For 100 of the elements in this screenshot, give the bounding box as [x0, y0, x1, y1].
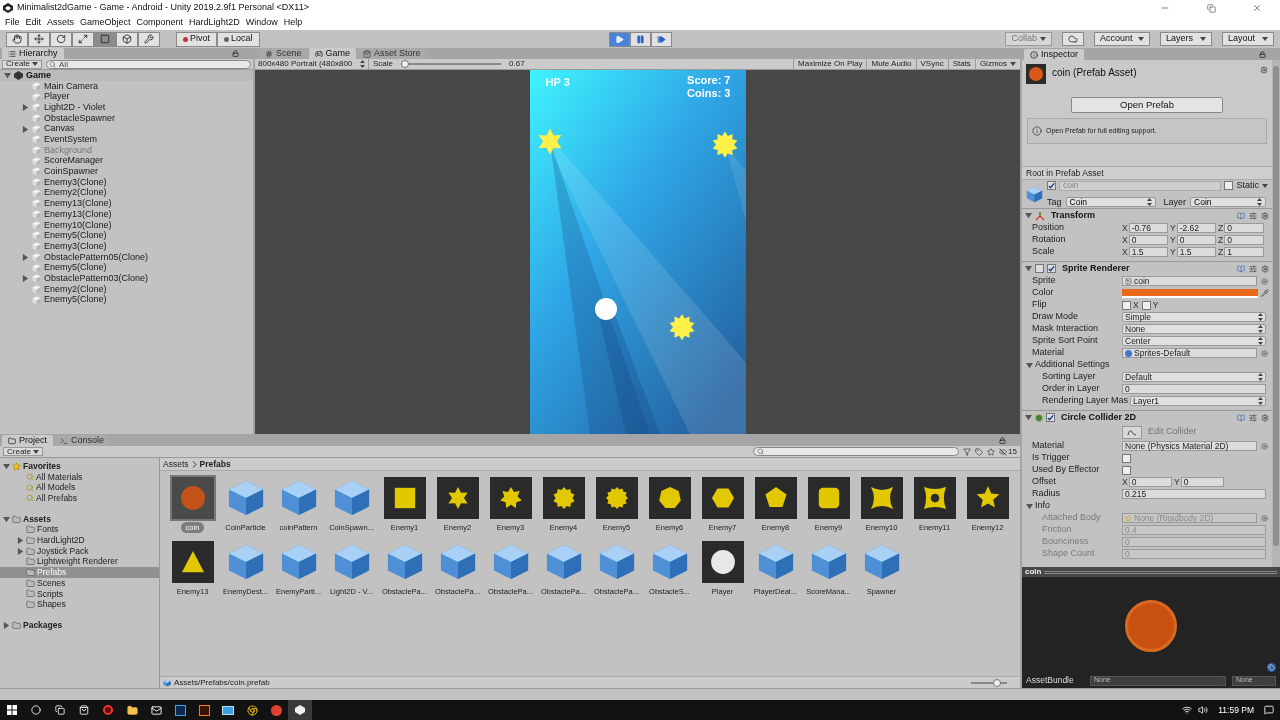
slider-thumb[interactable]	[401, 60, 409, 68]
menu-item[interactable]: Window	[242, 16, 281, 30]
search-field[interactable]	[753, 447, 960, 456]
cloud-button[interactable]	[1062, 32, 1084, 46]
tool-button[interactable]	[72, 31, 94, 47]
number-field[interactable]: 0	[1224, 223, 1264, 233]
hierarchy-row[interactable]: Enemy13(Clone)	[0, 198, 253, 210]
hierarchy-row[interactable]: Enemy3(Clone)	[0, 177, 253, 188]
settings-icon[interactable]	[1261, 211, 1269, 220]
create-button[interactable]: Create	[3, 447, 43, 456]
tool-button[interactable]	[28, 31, 50, 47]
notifications-icon[interactable]	[1264, 705, 1274, 715]
open-prefab-button[interactable]: Open Prefab	[1071, 97, 1223, 113]
pivot-button[interactable]: Pivot	[176, 31, 217, 47]
hierarchy-row[interactable]: Player	[0, 91, 253, 103]
tool-button[interactable]	[50, 31, 72, 47]
tag-icon[interactable]	[975, 447, 984, 456]
object-picker-icon[interactable]	[1261, 277, 1268, 285]
hierarchy-row[interactable]: Enemy2(Clone)	[0, 284, 253, 295]
play-button[interactable]	[608, 31, 630, 47]
object-field[interactable]: coin	[1122, 276, 1257, 286]
expand-arrow-icon[interactable]	[3, 462, 10, 470]
expand-arrow-icon[interactable]	[22, 104, 29, 112]
layout-button[interactable]: Layout	[1222, 32, 1274, 46]
hierarchy-row[interactable]: ObstaclePattern03(Clone)	[0, 273, 253, 285]
breadcrumb-item[interactable]: Assets	[163, 457, 189, 471]
menu-item[interactable]: GameObject	[77, 16, 134, 30]
hierarchy-row[interactable]: Light2D - Violet	[0, 102, 253, 114]
gizmos-dropdown[interactable]: Gizmos	[974, 59, 1020, 69]
hierarchy-row[interactable]: Enemy5(Clone)	[0, 230, 253, 242]
scale-slider[interactable]	[399, 60, 503, 68]
dropdown[interactable]: None	[1122, 324, 1266, 334]
tree-row[interactable]: All Models	[0, 482, 159, 494]
presets-icon[interactable]	[1249, 264, 1257, 273]
hierarchy-row[interactable]: Enemy2(Clone)	[0, 187, 253, 199]
tree-row[interactable]: HardLight2D	[0, 535, 159, 546]
edit-collider-button[interactable]	[1122, 425, 1142, 439]
volume-icon[interactable]	[1198, 705, 1209, 715]
panel-tab[interactable]: Scene	[259, 48, 308, 59]
toggle-button[interactable]: Stats	[947, 59, 975, 69]
number-field[interactable]: -0.76	[1128, 223, 1168, 233]
number-field[interactable]: 1.5	[1176, 247, 1216, 257]
dropdown[interactable]: Center	[1122, 336, 1266, 346]
expand-arrow-icon[interactable]	[1026, 361, 1033, 369]
number-field[interactable]: 1.5	[1128, 247, 1168, 257]
expand-arrow-icon[interactable]	[3, 621, 10, 629]
number-field[interactable]: 0	[1128, 477, 1172, 487]
create-button[interactable]: Create	[2, 59, 42, 69]
settings-icon[interactable]	[1261, 264, 1269, 273]
hierarchy-row[interactable]: Enemy3(Clone)	[0, 241, 253, 252]
checkbox[interactable]	[1122, 453, 1131, 463]
tree-row[interactable]: Scenes	[0, 577, 159, 589]
hierarchy-row[interactable]: ObstacleSpawner	[0, 113, 253, 124]
text-field[interactable]: 0	[1122, 384, 1266, 394]
dropdown[interactable]: Default	[1122, 372, 1266, 382]
toggle-button[interactable]: VSync	[915, 59, 948, 69]
expand-arrow-icon[interactable]	[3, 515, 10, 523]
resolution-dropdown[interactable]: 800x480 Portrait (480x800	[255, 59, 369, 69]
panel-tab[interactable]: Hierarchy	[2, 48, 64, 59]
expand-arrow-icon[interactable]	[22, 275, 29, 283]
color-field[interactable]	[1122, 288, 1258, 298]
hidden-icon[interactable]	[999, 447, 1008, 456]
local-button[interactable]: Local	[217, 31, 260, 47]
tree-row[interactable]: Fonts	[0, 524, 159, 536]
filter-icon[interactable]	[963, 447, 972, 456]
object-field[interactable]: Sprites-Default	[1122, 348, 1257, 358]
settings-icon[interactable]	[1261, 413, 1269, 422]
object-picker-icon[interactable]	[1261, 349, 1268, 357]
pause-button[interactable]	[629, 31, 651, 47]
layer-dropdown[interactable]: Coin	[1190, 197, 1266, 208]
object-picker-icon[interactable]	[1261, 442, 1268, 450]
hierarchy-row[interactable]: Game	[0, 70, 253, 81]
tag-dropdown[interactable]: Coin	[1065, 197, 1156, 208]
checkbox[interactable]	[1224, 181, 1234, 191]
expand-arrow-icon[interactable]	[17, 547, 24, 555]
expand-arrow-icon[interactable]	[22, 253, 29, 261]
panel-tab[interactable]: Project	[2, 435, 53, 446]
hierarchy-row[interactable]: ScoreManager	[0, 155, 253, 167]
expand-arrow-icon[interactable]	[1025, 414, 1032, 421]
number-field[interactable]: 1	[1224, 247, 1264, 257]
text-field[interactable]: 0.215	[1122, 489, 1266, 499]
breadcrumb-item[interactable]: Prefabs	[199, 457, 231, 471]
taskbar-app[interactable]	[288, 700, 312, 720]
step-button[interactable]	[650, 31, 672, 47]
checkbox[interactable]	[1047, 181, 1056, 191]
tree-row[interactable]: Shapes	[0, 599, 159, 610]
tree-row[interactable]: Assets	[0, 513, 159, 525]
layers-button[interactable]: Layers	[1160, 32, 1212, 46]
hierarchy-row[interactable]: Enemy10(Clone)	[0, 219, 253, 231]
expand-arrow-icon[interactable]	[1025, 265, 1032, 272]
tool-button[interactable]	[6, 31, 28, 47]
lock-icon[interactable]	[1259, 51, 1266, 58]
presets-icon[interactable]	[1249, 211, 1257, 220]
eyedropper-icon[interactable]	[1261, 289, 1269, 297]
checkbox[interactable]	[1122, 300, 1131, 310]
toggle-button[interactable]: Mute Audio	[866, 59, 916, 69]
expand-arrow-icon[interactable]	[17, 536, 24, 544]
clock-time[interactable]: 11:59 PM	[1214, 703, 1258, 717]
hierarchy-row[interactable]: Enemy5(Clone)	[0, 262, 253, 274]
number-field[interactable]: 0	[1180, 477, 1224, 487]
